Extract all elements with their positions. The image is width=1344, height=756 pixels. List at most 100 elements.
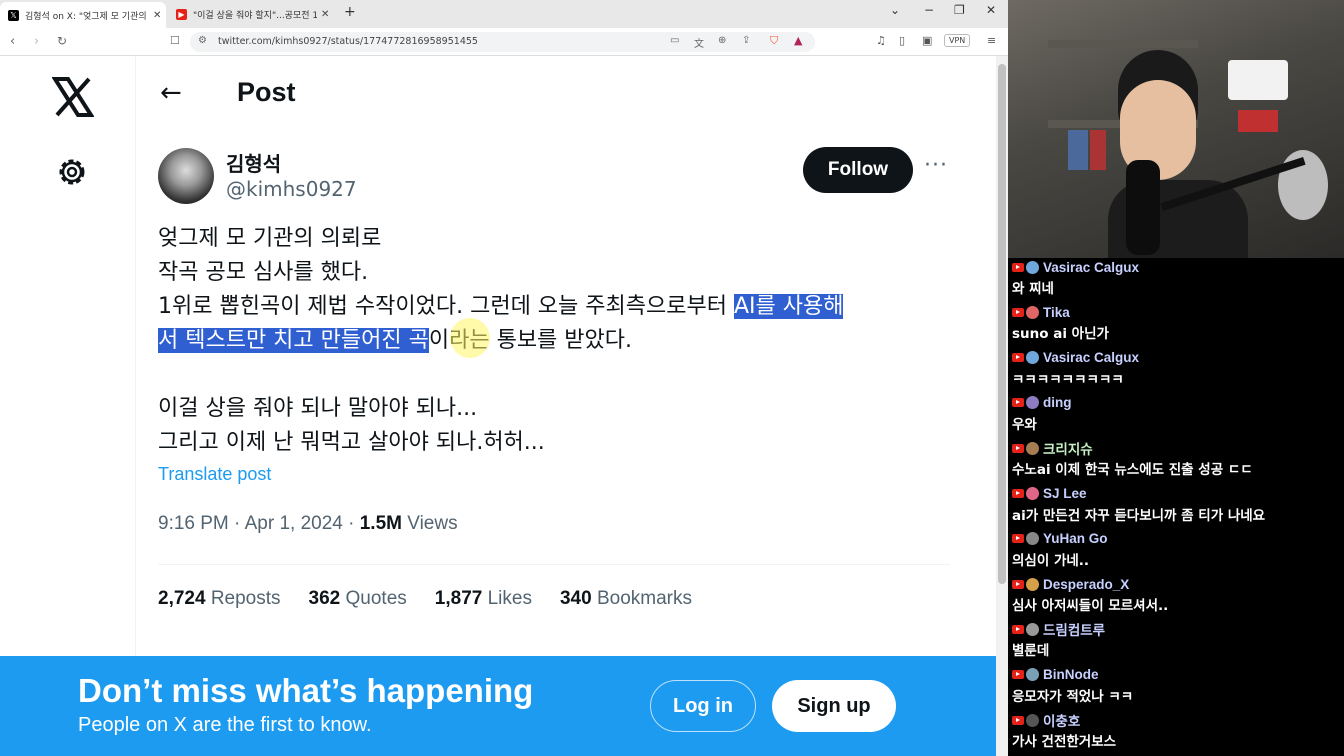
- settings-gear-icon[interactable]: [54, 154, 90, 190]
- chat-message-header: YuHan Go: [1012, 530, 1342, 548]
- wallet-icon[interactable]: ▣: [922, 34, 932, 47]
- quotes-stat[interactable]: 362 Quotes: [309, 588, 407, 610]
- signup-button[interactable]: Sign up: [772, 680, 896, 732]
- tab-search-dropdown-icon[interactable]: ⌄: [890, 3, 900, 17]
- author-name[interactable]: 김형석: [226, 148, 281, 177]
- chat-text: 의심이 가네..: [1012, 552, 1090, 569]
- tab-youtube-video[interactable]: ▶ "이걸 상을 줘야 할지"...공모전 1위 ✕: [168, 3, 334, 25]
- login-button[interactable]: Log in: [650, 680, 756, 732]
- live-chat: Vasirac Calgux 와 찌네 Tika suno ai 아닌가 Vasirac…: [1008, 258, 1344, 756]
- reload-icon[interactable]: ↻: [57, 34, 67, 48]
- x-logo-icon[interactable]: [52, 76, 94, 118]
- forward-nav-icon[interactable]: ›: [34, 34, 39, 49]
- banner-title: Don’t miss what’s happening: [78, 672, 534, 709]
- chat-avatar: [1026, 622, 1039, 636]
- tab-twitter-post[interactable]: 𝕏 김형석 on X: "엊그제 모 기관의 ✕: [0, 2, 166, 28]
- youtube-icon: [1012, 489, 1024, 498]
- views-label: Views: [401, 513, 458, 534]
- chat-avatar: [1026, 396, 1039, 410]
- youtube-icon: [1012, 353, 1024, 363]
- chat-message-header: SJ Lee: [1012, 485, 1342, 503]
- post-text-line: 엊그제 모 기관의 의뢰로: [158, 226, 382, 251]
- chat-text: 가사 건전한거보스: [1012, 734, 1117, 750]
- brave-shield-icon[interactable]: ⛉: [770, 34, 778, 48]
- youtube-icon: [1012, 670, 1024, 680]
- chat-username: Desperado_X: [1043, 576, 1130, 592]
- youtube-icon: [1012, 715, 1024, 725]
- vpn-button[interactable]: VPN: [944, 34, 971, 47]
- chat-message: ding 우와: [1012, 394, 1342, 433]
- translate-post-link[interactable]: Translate post: [158, 464, 271, 485]
- banner-subtitle: People on X are the first to know.: [78, 714, 372, 736]
- chat-message: Desperado_X 심사 아저씨들이 모르셔서..: [1012, 575, 1342, 614]
- youtube-icon: [1012, 398, 1024, 408]
- share-icon[interactable]: ⇪: [742, 35, 750, 46]
- browser-window: 𝕏 김형석 on X: "엊그제 모 기관의 ✕ ▶ "이걸 상을 줘야 할지"…: [0, 0, 1008, 756]
- left-nav: [0, 56, 136, 656]
- chat-message: Vasirac Calgux 와 찌네: [1012, 258, 1342, 297]
- chat-avatar: [1026, 577, 1039, 591]
- chat-message-header: Vasirac Calgux: [1012, 349, 1342, 367]
- x-logo-icon: 𝕏: [8, 9, 19, 21]
- chat-message-header: Tika: [1012, 303, 1342, 321]
- chat-text: suno ai 아닌가: [1012, 326, 1109, 343]
- post-text-selected: 서 텍스트만 치고 만들어진 곡: [158, 328, 429, 353]
- avatar[interactable]: [158, 148, 214, 204]
- minimize-button[interactable]: −: [924, 3, 934, 17]
- chat-text: 응모자가 적었나 ㅋㅋ: [1012, 688, 1134, 705]
- webcam-feed: [1008, 0, 1344, 258]
- chat-message-header: 이충호: [1012, 711, 1342, 729]
- post-meta: 9:16 PM · Apr 1, 2024 · 1.5M Views: [158, 513, 458, 535]
- sidebar-icon[interactable]: ▯: [899, 34, 905, 47]
- chat-avatar: [1026, 441, 1039, 455]
- tab-close-icon[interactable]: ✕: [321, 9, 329, 20]
- chat-text: 와 찌네: [1012, 281, 1054, 297]
- follow-button[interactable]: Follow: [803, 147, 913, 193]
- more-options-icon[interactable]: ···: [924, 153, 948, 178]
- close-window-button[interactable]: ✕: [986, 3, 996, 17]
- url-field[interactable]: ⚙ twitter.com/kimhs0927/status/177477281…: [190, 32, 815, 52]
- chat-message-header: 크리지슈: [1012, 439, 1342, 457]
- post-text-line: 작곡 공모 심사를 했다.: [158, 260, 369, 285]
- youtube-icon: [1012, 624, 1024, 634]
- author-handle[interactable]: @kimhs0927: [226, 177, 357, 201]
- chat-text: 별룬데: [1012, 643, 1050, 660]
- chat-text: 수노ai 이제 한국 뉴스에도 진출 성공 ㄷㄷ: [1012, 462, 1253, 479]
- menu-icon[interactable]: ≡: [987, 34, 996, 47]
- youtube-icon: [1012, 262, 1024, 272]
- brave-rewards-icon[interactable]: ▲: [794, 34, 802, 47]
- back-nav-icon[interactable]: ‹: [10, 34, 15, 49]
- chat-message: Tika suno ai 아닌가: [1012, 303, 1342, 342]
- post-text-selected: AI를 사용해: [733, 294, 844, 319]
- post-text-line: 그리고 이제 난 뭐먹고 살아야 되나.허허...: [158, 430, 545, 455]
- zoom-icon[interactable]: ⊕: [718, 35, 726, 46]
- chat-message: BinNode 응모자가 적었나 ㅋㅋ: [1012, 666, 1342, 705]
- scrollbar[interactable]: [996, 56, 1008, 756]
- new-tab-button[interactable]: +: [344, 4, 356, 20]
- chat-text: ai가 만든건 자꾸 듣다보니까 좀 티가 나네요: [1012, 507, 1266, 524]
- tab-label: "이걸 상을 줘야 할지"...공모전 1위: [193, 10, 317, 21]
- chat-username: BinNode: [1043, 667, 1099, 683]
- chat-message-header: ding: [1012, 394, 1342, 412]
- bookmarks-stat[interactable]: 340 Bookmarks: [560, 588, 692, 610]
- translate-icon[interactable]: 文: [694, 35, 704, 50]
- youtube-icon: ▶: [176, 8, 187, 20]
- divider: [158, 564, 950, 565]
- site-info-icon[interactable]: ⚙: [198, 35, 207, 46]
- back-arrow-icon[interactable]: ←: [160, 78, 182, 108]
- chat-username: 크리지슈: [1043, 442, 1093, 458]
- post-timestamp[interactable]: 9:16 PM · Apr 1, 2024 ·: [158, 513, 360, 534]
- post-text-line: 이걸 상을 줘야 되나 말아야 되나...: [158, 396, 478, 421]
- chat-message: 크리지슈수노ai 이제 한국 뉴스에도 진출 성공 ㄷㄷ: [1012, 439, 1342, 478]
- maximize-button[interactable]: ❐: [954, 3, 965, 17]
- media-icon[interactable]: ♫: [876, 34, 886, 47]
- chat-username: YuHan Go: [1043, 531, 1108, 547]
- tab-close-icon[interactable]: ✕: [153, 10, 161, 21]
- bookmark-icon[interactable]: ☐: [170, 34, 180, 47]
- cast-icon[interactable]: ▭: [670, 35, 679, 46]
- likes-stat[interactable]: 1,877 Likes: [435, 588, 532, 610]
- chat-message: 이충호가사 건전한거보스: [1012, 711, 1342, 750]
- scrollbar-thumb[interactable]: [998, 64, 1006, 584]
- reposts-stat[interactable]: 2,724 Reposts: [158, 588, 281, 610]
- chat-avatar: [1026, 260, 1039, 274]
